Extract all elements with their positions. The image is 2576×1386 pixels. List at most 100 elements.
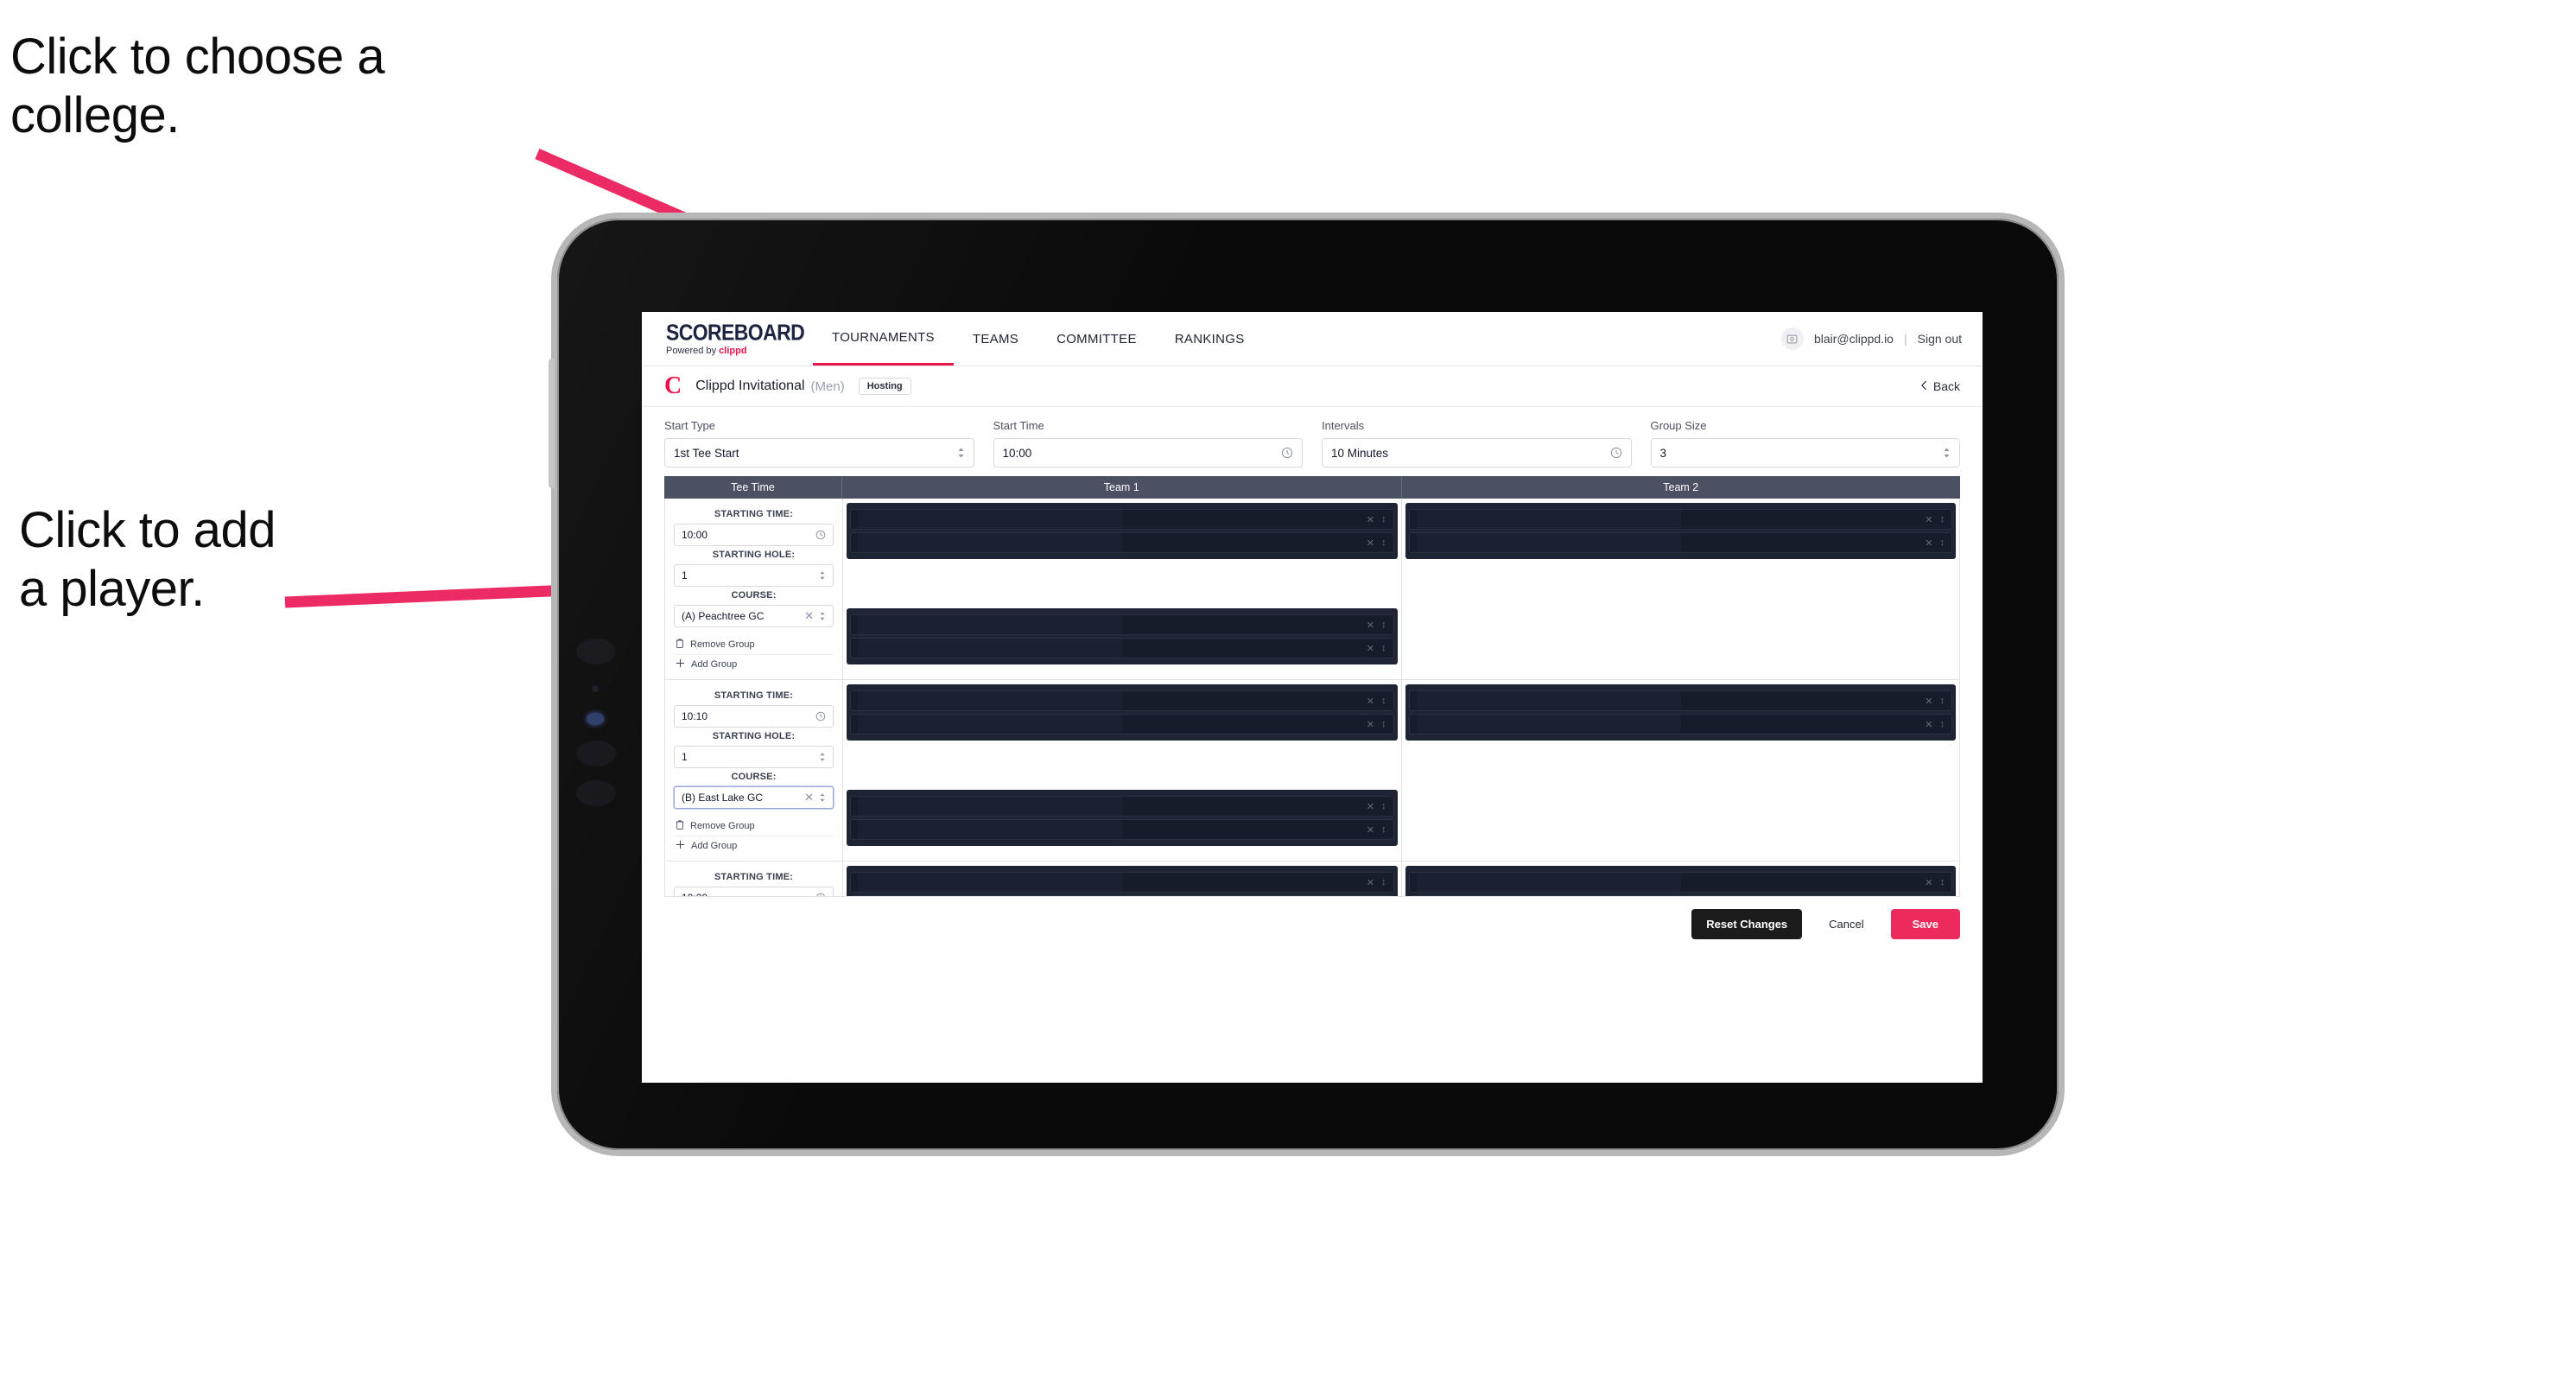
player-row[interactable]: ✕↕ [850, 509, 1394, 530]
player-row[interactable]: ✕↕ [850, 872, 1394, 893]
spinner-icon[interactable] [819, 752, 826, 762]
player-row[interactable]: ✕↕ [850, 819, 1394, 840]
clock-icon[interactable] [815, 893, 826, 896]
spinner-icon[interactable]: ↕ [1381, 620, 1386, 630]
team-2-cell: ✕↕ ✕↕ [1402, 861, 1960, 896]
group-size-select[interactable]: 3 [1650, 438, 1960, 467]
player-row[interactable]: ✕↕ [1408, 714, 1952, 734]
user-avatar-icon[interactable] [1780, 327, 1804, 350]
player-row[interactable]: ✕↕ [850, 714, 1394, 734]
app-screen: SCOREBOARD Powered by clippd TOURNAMENTS… [642, 312, 1983, 1083]
start-time-input[interactable]: 10:00 [993, 438, 1303, 467]
spinner-icon[interactable]: ↕ [1940, 514, 1945, 525]
player-row[interactable]: ✕↕ [850, 638, 1394, 658]
player-row[interactable]: ✕↕ [1408, 895, 1952, 896]
brand-logo[interactable]: SCOREBOARD Powered by clippd [642, 321, 805, 356]
starting-hole-select[interactable]: 1 [674, 564, 834, 587]
clear-x-icon[interactable]: ✕ [1367, 620, 1374, 631]
player-row[interactable]: ✕↕ [850, 895, 1394, 896]
spinner-icon[interactable]: ↕ [1381, 514, 1386, 525]
start-type-select[interactable]: 1st Tee Start [664, 438, 974, 467]
clear-x-icon[interactable]: ✕ [1367, 877, 1374, 888]
trash-icon [676, 638, 684, 651]
spinner-icon[interactable]: ↕ [1940, 696, 1945, 706]
spinner-icon[interactable] [1943, 447, 1951, 459]
course-select[interactable]: (A) Peachtree GC ✕ [674, 605, 834, 627]
save-button[interactable]: Save [1890, 909, 1960, 939]
clock-icon[interactable] [1610, 447, 1622, 459]
spinner-icon[interactable]: ↕ [1940, 719, 1945, 729]
player-name-redacted [858, 615, 1367, 634]
spinner-icon[interactable]: ↕ [1381, 643, 1386, 653]
spinner-icon[interactable] [819, 792, 826, 803]
starting-time-input[interactable]: 10:10 [674, 705, 834, 728]
spinner-icon[interactable]: ↕ [1381, 719, 1386, 729]
clear-x-icon[interactable]: ✕ [1925, 877, 1932, 888]
clear-x-icon[interactable]: ✕ [804, 791, 814, 804]
clear-x-icon[interactable]: ✕ [1367, 719, 1374, 730]
spinner-icon[interactable]: ↕ [1381, 801, 1386, 811]
spinner-icon[interactable]: ↕ [1381, 824, 1386, 835]
clear-x-icon[interactable]: ✕ [1367, 824, 1374, 836]
reset-changes-button[interactable]: Reset Changes [1691, 909, 1803, 939]
control-start-time-label: Start Time [993, 419, 1044, 432]
spinner-icon[interactable]: ↕ [1381, 696, 1386, 706]
add-group-button[interactable]: Add Group [674, 836, 834, 855]
clear-x-icon[interactable]: ✕ [1367, 514, 1374, 525]
spinner-icon[interactable]: ↕ [1381, 877, 1386, 887]
nav-item-rankings[interactable]: RANKINGS [1156, 312, 1264, 366]
cancel-button[interactable]: Cancel [1814, 909, 1879, 939]
spinner-icon[interactable]: ↕ [1381, 537, 1386, 548]
player-row[interactable]: ✕↕ [850, 796, 1394, 817]
clear-x-icon[interactable]: ✕ [1925, 514, 1932, 525]
nav-item-tournaments[interactable]: TOURNAMENTS [813, 312, 954, 366]
spinner-icon[interactable]: ↕ [1940, 877, 1945, 887]
clear-x-icon[interactable]: ✕ [1925, 696, 1932, 707]
player-row[interactable]: ✕↕ [1408, 690, 1952, 711]
start-type-value: 1st Tee Start [674, 446, 739, 460]
column-header-team-2: Team 2 [1663, 481, 1699, 493]
player-name-redacted [1416, 691, 1926, 710]
nav-item-teams[interactable]: TEAMS [954, 312, 1037, 366]
clear-x-icon[interactable]: ✕ [1925, 719, 1932, 730]
plus-icon [676, 658, 685, 671]
clear-x-icon[interactable]: ✕ [1367, 696, 1374, 707]
spinner-icon[interactable]: ↕ [1940, 537, 1945, 548]
player-row[interactable]: ✕↕ [850, 690, 1394, 711]
player-name-redacted [858, 797, 1367, 816]
spinner-icon[interactable] [819, 611, 826, 621]
tee-time-row: STARTING TIME: 10:20 STARTING HOLE: ✕↕ ✕… [665, 861, 1960, 896]
player-row[interactable]: ✕↕ [1408, 532, 1952, 553]
player-row[interactable]: ✕↕ [1408, 509, 1952, 530]
player-row[interactable]: ✕↕ [850, 532, 1394, 553]
spinner-icon[interactable] [957, 447, 965, 459]
tee-sheet-table-body[interactable]: STARTING TIME: 10:00 STARTING HOLE: 1 CO… [664, 499, 1960, 897]
back-link[interactable]: Back [1920, 379, 1960, 393]
nav-item-committee[interactable]: COMMITTEE [1037, 312, 1156, 366]
starting-time-input[interactable]: 10:20 [674, 887, 834, 896]
remove-group-button[interactable]: Remove Group [674, 634, 834, 654]
team-1-groups: ✕ ↕ ✕ ↕ ✕ ↕ ✕ ↕ [843, 499, 1401, 669]
clear-x-icon[interactable]: ✕ [804, 609, 814, 623]
player-row-actions: ✕ ↕ [1367, 877, 1386, 888]
clock-icon[interactable] [815, 711, 826, 722]
course-select[interactable]: (B) East Lake GC ✕ [674, 786, 834, 809]
clear-x-icon[interactable]: ✕ [1367, 643, 1374, 654]
clear-x-icon[interactable]: ✕ [1367, 801, 1374, 812]
player-row[interactable]: ✕↕ [1408, 872, 1952, 893]
starting-hole-select[interactable]: 1 [674, 746, 834, 768]
column-header-team-1: Team 1 [842, 476, 1402, 499]
user-email: blair@clippd.io [1813, 332, 1894, 346]
clock-icon[interactable] [1281, 447, 1293, 459]
clock-icon[interactable] [815, 530, 826, 540]
sign-out-link[interactable]: Sign out [1918, 332, 1962, 346]
annotation-choose-college: Click to choose a college. [10, 29, 385, 144]
player-row[interactable]: ✕↕ [850, 614, 1394, 635]
intervals-input[interactable]: 10 Minutes [1322, 438, 1632, 467]
add-group-button[interactable]: Add Group [674, 654, 834, 674]
clear-x-icon[interactable]: ✕ [1367, 537, 1374, 549]
clear-x-icon[interactable]: ✕ [1925, 537, 1932, 549]
starting-time-input[interactable]: 10:00 [674, 524, 834, 546]
spinner-icon[interactable] [819, 570, 826, 581]
remove-group-button[interactable]: Remove Group [674, 816, 834, 836]
